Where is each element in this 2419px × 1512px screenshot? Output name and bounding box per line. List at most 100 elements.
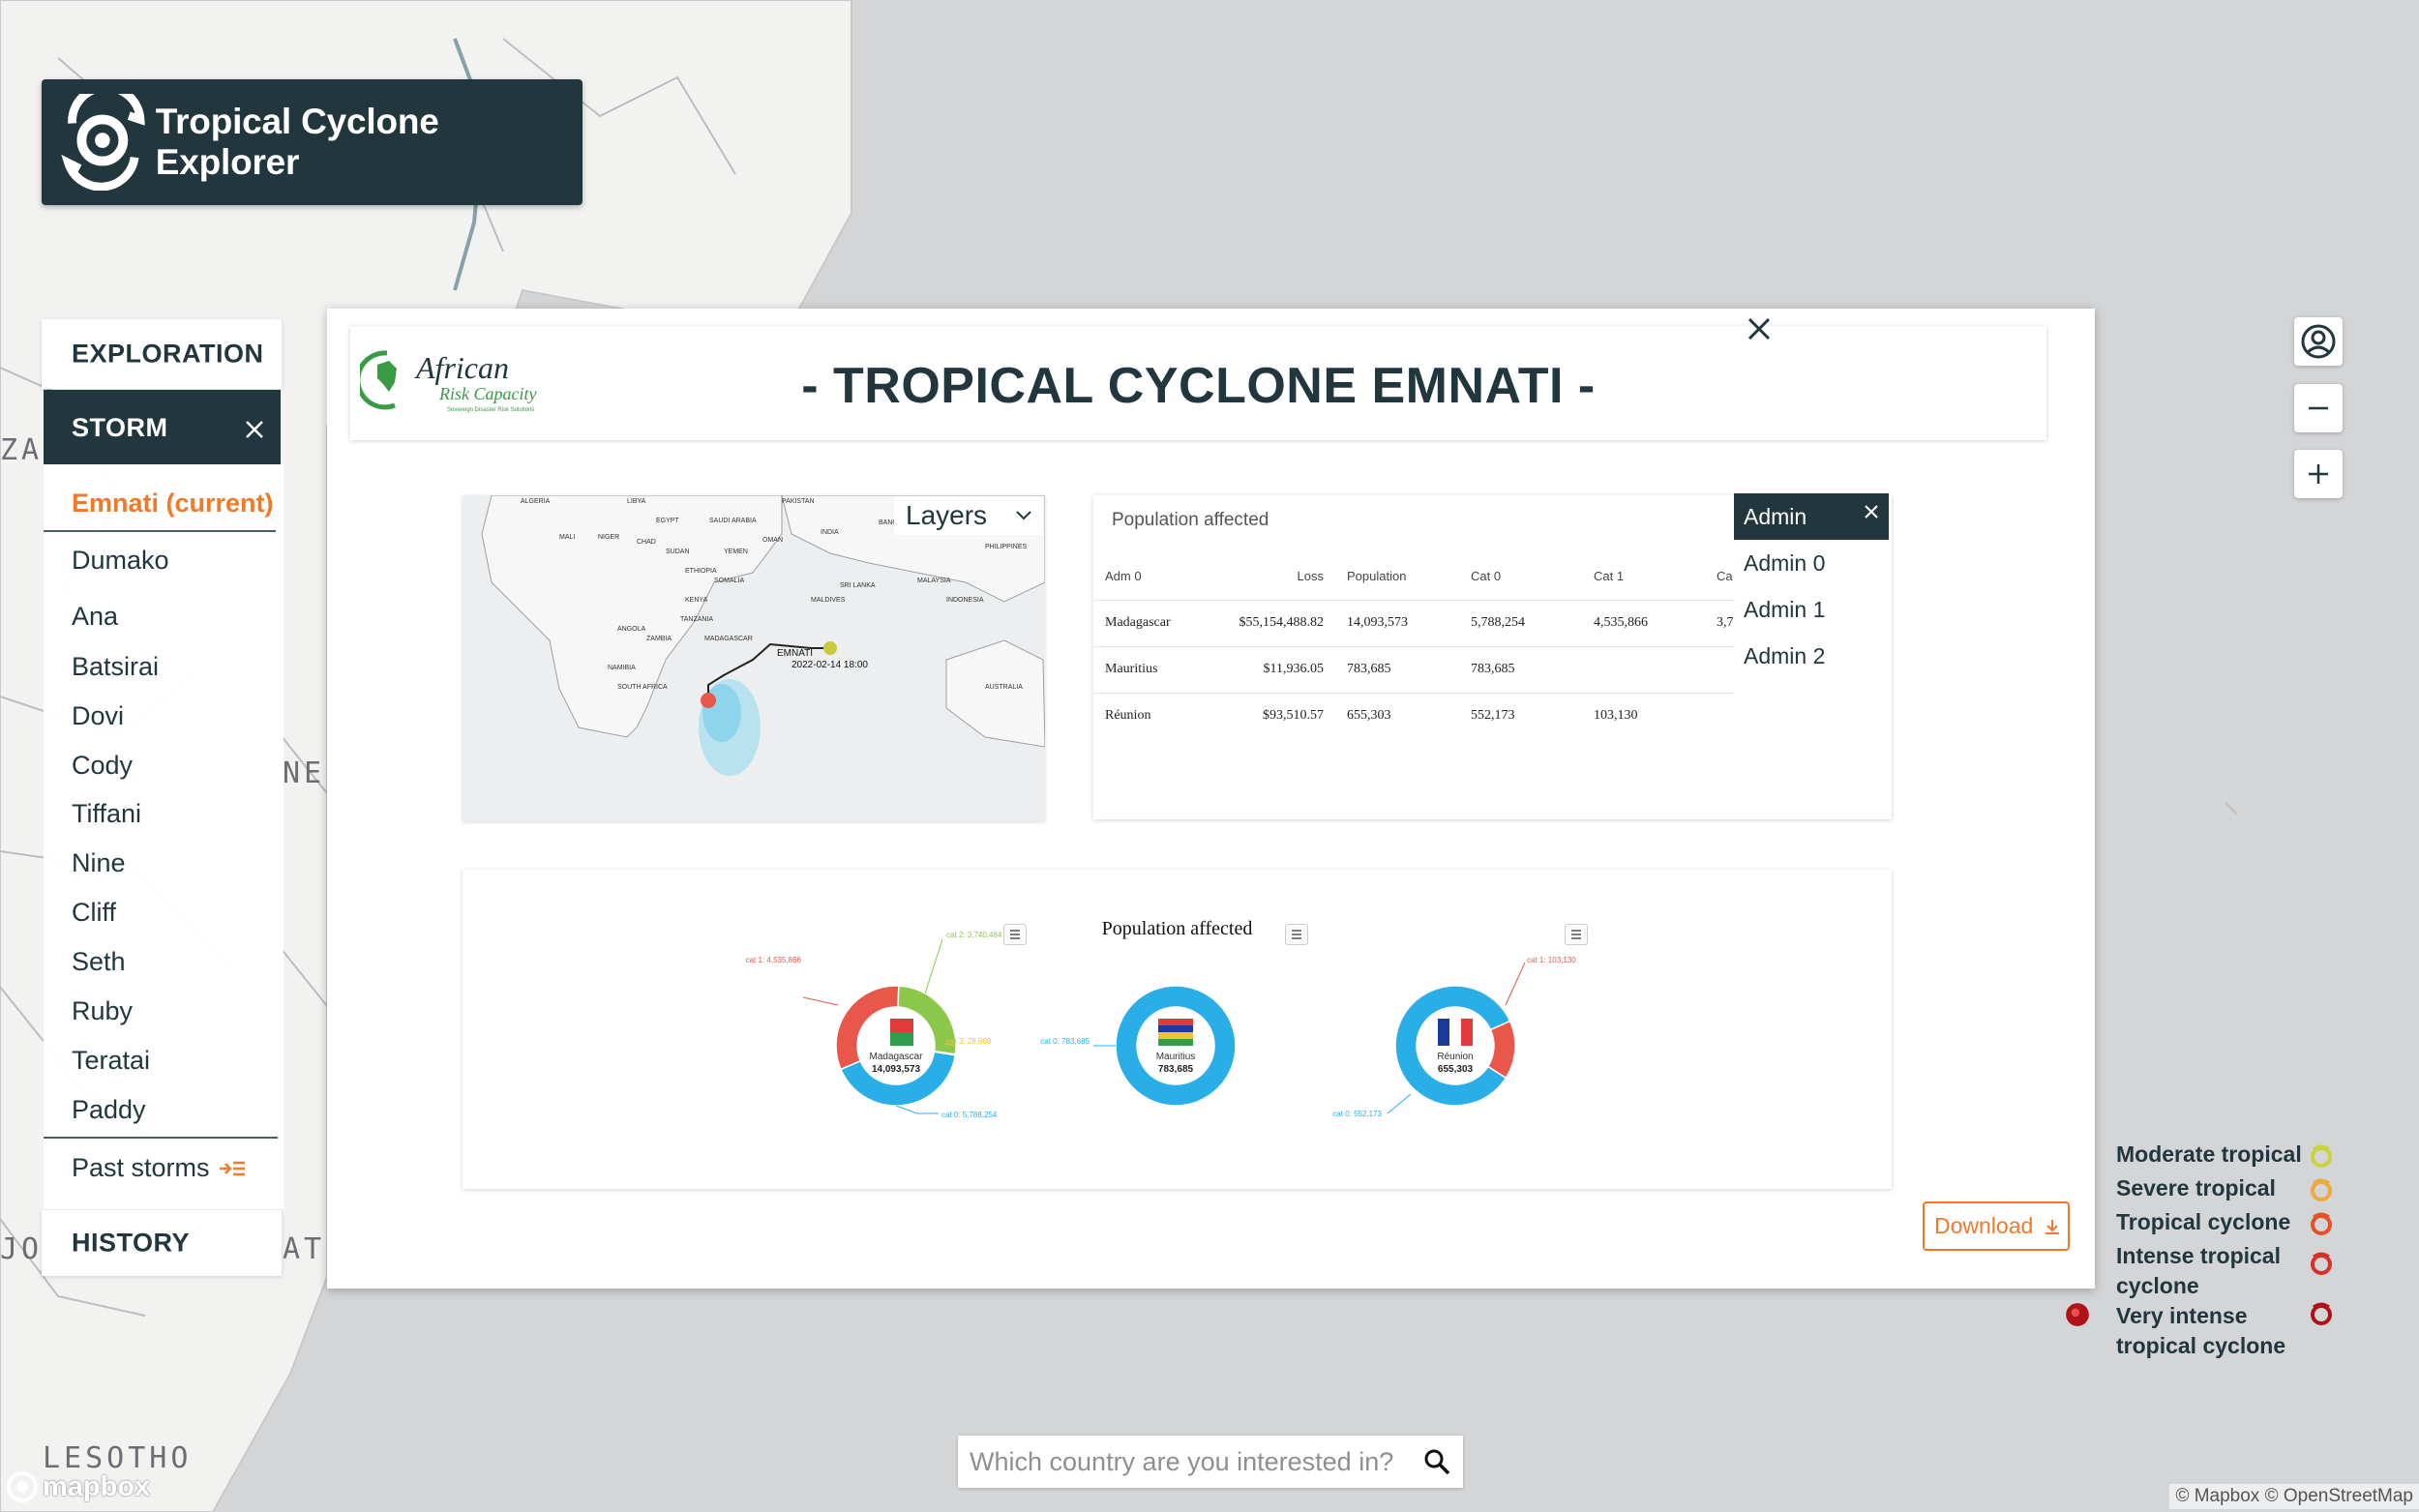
population-table-title: Population affected — [1112, 510, 1269, 530]
donut-leader-line — [1387, 1093, 1412, 1114]
nav-history[interactable]: HISTORY — [42, 1210, 282, 1276]
storm-item-nine[interactable]: Nine — [72, 848, 126, 878]
col-cat1[interactable]: Cat 1 — [1582, 553, 1705, 600]
table-row: Réunion $93,510.57 655,303 552,173 103,1… — [1093, 692, 1763, 739]
minimap-country-label: INDIA — [821, 529, 839, 536]
admin-1-option[interactable]: Admin 1 — [1734, 586, 1889, 633]
country-flag-icon — [879, 1019, 913, 1046]
nav-exploration-label: EXPLORATION — [72, 339, 264, 369]
cyclone-very-intense-marker-icon — [2066, 1303, 2089, 1326]
close-admin-icon[interactable] — [1864, 504, 1879, 519]
storm-item-ruby[interactable]: Ruby — [72, 996, 133, 1026]
legend-label: Moderate tropical — [2116, 1141, 2302, 1167]
minimap-country-label: ZAMBIA — [646, 636, 672, 642]
donut-data-label: cat 3: 28,968 — [946, 1037, 992, 1046]
admin-menu-title: Admin — [1744, 504, 1807, 529]
minimap-country-label: ANGOLA — [617, 626, 646, 633]
donut-country-label: Mauritius — [1156, 1052, 1196, 1062]
minimap-country-label: ETHIOPIA — [685, 568, 717, 575]
col-population[interactable]: Population — [1335, 553, 1459, 600]
minimap-country-label: SAUDI ARABIA — [709, 518, 757, 524]
user-button[interactable] — [2294, 317, 2343, 366]
minus-icon — [2309, 406, 2328, 410]
admin-2-option[interactable]: Admin 2 — [1734, 633, 1889, 679]
minimap-country-label: LIBYA — [627, 498, 646, 505]
country-search-input[interactable] — [970, 1446, 1410, 1477]
minimap-country-label: PAKISTAN — [782, 498, 815, 505]
close-storm-icon[interactable] — [244, 419, 265, 440]
cyclone-moderate-icon — [2311, 1144, 2332, 1168]
past-storms-link[interactable]: Past storms — [72, 1153, 247, 1183]
search-icon[interactable] — [1422, 1447, 1451, 1476]
donut-leader-line — [895, 1105, 939, 1114]
storm-track-minimap[interactable]: EMNATI 2022-02-14 18:00 ALGERIA LIBYA EGYP… — [463, 495, 1045, 821]
donut-total-label: 655,303 — [1438, 1064, 1474, 1075]
storm-item-tiffani[interactable]: Tiffani — [72, 799, 141, 829]
donut-data-label: cat 0: 5,788,254 — [941, 1111, 998, 1119]
country-flag-icon — [1438, 1019, 1473, 1046]
close-modal-icon[interactable] — [1745, 314, 1774, 343]
layers-dropdown[interactable]: Layers — [894, 496, 1043, 535]
donut-leader-line — [802, 996, 839, 1006]
mapbox-logo-icon — [7, 1471, 38, 1502]
minimap-country-label: NIGER — [598, 534, 619, 541]
storm-divider — [44, 530, 276, 532]
zoom-in-button[interactable] — [2294, 450, 2343, 498]
mapbox-logo[interactable]: mapbox — [6, 1470, 150, 1503]
col-cat0[interactable]: Cat 0 — [1459, 553, 1582, 600]
minimap-country-label: MALI — [559, 534, 575, 541]
minimap-canvas[interactable]: EMNATI 2022-02-14 18:00 ALGERIA LIBYA EGYP… — [463, 495, 1045, 821]
donut-leader-line — [924, 938, 943, 994]
storm-item-teratai[interactable]: Teratai — [72, 1046, 150, 1076]
legend-label: Severe tropical — [2116, 1175, 2276, 1201]
minimap-country-label: INDONESIA — [946, 597, 984, 604]
minimap-country-label: ALGERIA — [521, 498, 551, 505]
past-storms-label: Past storms — [72, 1153, 210, 1182]
admin-0-option[interactable]: Admin 0 — [1734, 540, 1889, 586]
storm-item-paddy[interactable]: Paddy — [72, 1095, 146, 1125]
donut-data-label: cat 0: 552,173 — [1332, 1110, 1382, 1118]
legend-intense: Intense tropical cyclone — [2076, 1241, 2346, 1301]
donut-slice[interactable] — [1486, 1020, 1516, 1080]
col-adm0[interactable]: Adm 0 — [1093, 553, 1200, 600]
list-expand-icon — [219, 1161, 245, 1175]
map-label-ne: NE — [283, 756, 326, 790]
donut-country-label: Réunion — [1437, 1052, 1473, 1062]
minimap-country-label: SRI LANKA — [840, 582, 876, 589]
country-flag-icon — [1158, 1019, 1193, 1046]
storm-item-batsirai[interactable]: Batsirai — [72, 652, 159, 682]
storm-item-seth[interactable]: Seth — [72, 947, 126, 977]
donut-data-label: cat 1: 4,535,866 — [746, 956, 802, 964]
cyclone-severe-icon — [2311, 1178, 2332, 1201]
legend-label: Intense tropical cyclone — [2116, 1243, 2281, 1298]
storm-item-cody[interactable]: Cody — [72, 751, 133, 781]
admin-level-menu: Admin Admin 0 Admin 1 Admin 2 — [1734, 493, 1889, 701]
storm-item-ana[interactable]: Ana — [72, 602, 118, 632]
nav-storm[interactable]: STORM — [44, 390, 281, 464]
minimap-country-label: MALAYSIA — [917, 578, 951, 584]
map-label-jo: JO — [0, 1232, 44, 1266]
map-attribution[interactable]: © Mapbox © OpenStreetMap — [2169, 1484, 2419, 1509]
donut-data-label: cat 2: 3,740,484 — [946, 931, 1002, 939]
download-icon — [2046, 1219, 2060, 1234]
minimap-country-label: CHAD — [637, 539, 656, 546]
storm-item-dumako[interactable]: Dumako — [72, 546, 169, 576]
donut-country-label: Madagascar — [869, 1052, 923, 1062]
storm-item-dovi[interactable]: Dovi — [72, 701, 124, 731]
download-button[interactable]: Download — [1923, 1201, 2070, 1251]
minimap-country-label: MALDIVES — [811, 597, 846, 604]
nav-exploration[interactable]: EXPLORATION — [42, 319, 282, 389]
download-label: Download — [1934, 1213, 2034, 1238]
col-loss[interactable]: Loss — [1200, 553, 1335, 600]
map-label-at: AT — [283, 1232, 326, 1266]
cyclone-intense-icon — [2311, 1252, 2332, 1275]
cyclone-logo-icon — [61, 94, 145, 191]
zoom-out-button[interactable] — [2294, 384, 2343, 432]
admin-menu-header: Admin — [1734, 493, 1889, 540]
storm-item-cliff[interactable]: Cliff — [72, 898, 116, 928]
user-icon — [2301, 324, 2336, 359]
minimap-country-label: MADAGASCAR — [704, 636, 753, 642]
minimap-country-label: OMAN — [762, 537, 783, 544]
minimap-country-label: AUSTRALIA — [985, 684, 1023, 691]
storm-item-emnati[interactable]: Emnati (current) — [72, 489, 274, 519]
